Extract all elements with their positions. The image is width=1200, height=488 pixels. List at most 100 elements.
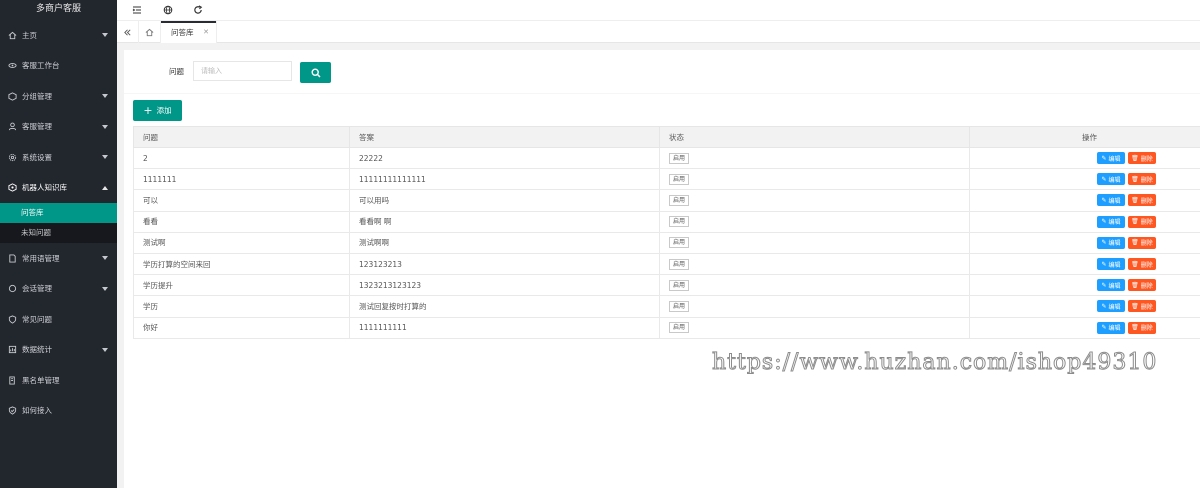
sidebar-item-label: 系统设置 xyxy=(22,152,52,162)
delete-button-label: 删除 xyxy=(1140,219,1153,227)
edit-button[interactable]: ✎ 编辑 xyxy=(1097,236,1125,249)
edit-button-label: 编辑 xyxy=(1108,282,1121,290)
status-badge[interactable]: 启用 xyxy=(669,194,690,206)
tab-strip: 问答库 ✕ xyxy=(117,21,1200,43)
delete-button-label: 删除 xyxy=(1140,155,1153,163)
actions-cell: ✎ 编辑 🗑 删除 xyxy=(969,252,1200,276)
status-badge[interactable]: 启用 xyxy=(669,152,690,164)
status-cell: 启用 xyxy=(659,274,970,297)
delete-button[interactable]: 🗑 删除 xyxy=(1128,321,1156,334)
trash-icon: 🗑 xyxy=(1131,260,1139,268)
sidebar-item-label: 数据统计 xyxy=(22,345,52,355)
question-cell: 可以 xyxy=(133,189,350,212)
delete-button[interactable]: 🗑 删除 xyxy=(1128,215,1156,228)
edit-button-label: 编辑 xyxy=(1108,219,1121,227)
status-badge[interactable]: 启用 xyxy=(669,173,690,185)
caret-down-icon xyxy=(102,256,108,261)
status-badge[interactable]: 启用 xyxy=(669,322,690,334)
status-cell: 启用 xyxy=(659,252,970,276)
column-header-question[interactable]: 问题 xyxy=(133,126,350,148)
table-row: 你好 1111111111 启用 ✎ 编辑 🗑 删除 xyxy=(133,316,1200,339)
trash-icon: 🗑 xyxy=(1131,175,1139,183)
edit-button[interactable]: ✎ 编辑 xyxy=(1097,173,1125,186)
column-header-answer[interactable]: 答案 xyxy=(349,126,660,148)
sidebar-item-settings[interactable]: 系统设置 xyxy=(0,142,117,173)
table-body: 2 22222 启用 ✎ 编辑 🗑 删除 1111111 11111111111111 启用 ✎ 编辑… xyxy=(133,146,1200,339)
gear-icon xyxy=(7,152,17,162)
table-header-row: 问题 答案 状态 操作 xyxy=(133,126,1200,148)
status-badge[interactable]: 启用 xyxy=(669,300,690,312)
caret-down-icon xyxy=(102,286,108,291)
edit-button[interactable]: ✎ 编辑 xyxy=(1097,215,1125,228)
delete-button[interactable]: 🗑 删除 xyxy=(1128,258,1156,271)
sidebar-item-groups[interactable]: 分组管理 xyxy=(0,81,117,112)
answer-cell: 22222 xyxy=(349,146,660,170)
delete-button[interactable]: 🗑 删除 xyxy=(1128,194,1156,207)
sidebar-item-label: 常见问题 xyxy=(22,314,52,324)
qa-table: 问题 答案 状态 操作 2 22222 启用 ✎ 编辑 🗑 删除 1111111 1111111… xyxy=(133,126,1200,339)
search-button[interactable] xyxy=(300,62,331,83)
status-badge[interactable]: 启用 xyxy=(669,279,690,291)
sidebar-subitem-qa-library[interactable]: 问答库 xyxy=(0,203,117,223)
question-cell: 学历 xyxy=(133,295,350,318)
sidebar-submenu: 问答库 未知问题 xyxy=(0,203,117,243)
delete-button-label: 删除 xyxy=(1140,176,1153,184)
globe-icon[interactable] xyxy=(161,3,175,17)
table-row: 看看 看看啊 啊启用 ✎ 编辑 🗑 删除 xyxy=(133,210,1200,233)
table-row: 学历打算的空间来回 123123213 启用 ✎ 编辑 🗑 删除 xyxy=(133,252,1200,276)
status-badge[interactable]: 启用 xyxy=(669,237,690,249)
sidebar-item-workbench[interactable]: 客服工作台 xyxy=(0,51,117,82)
pencil-icon: ✎ xyxy=(1101,239,1107,247)
sidebar-item-faq[interactable]: 常见问题 xyxy=(0,304,117,335)
status-cell: 启用 xyxy=(659,295,970,318)
menu-toggle-icon[interactable] xyxy=(130,3,144,17)
delete-button-label: 删除 xyxy=(1140,240,1153,248)
add-button[interactable]: + 添加 xyxy=(133,100,182,121)
status-badge[interactable]: 启用 xyxy=(669,216,690,228)
edit-button[interactable]: ✎ 编辑 xyxy=(1097,300,1125,313)
refresh-icon[interactable] xyxy=(191,3,205,17)
edit-button[interactable]: ✎ 编辑 xyxy=(1097,194,1125,207)
status-cell: 启用 xyxy=(659,210,970,233)
pencil-icon: ✎ xyxy=(1101,218,1107,226)
delete-button[interactable]: 🗑 删除 xyxy=(1128,236,1156,249)
pencil-icon: ✎ xyxy=(1101,260,1107,268)
add-button-label: 添加 xyxy=(156,106,172,115)
delete-button[interactable]: 🗑 删除 xyxy=(1128,279,1156,292)
sidebar-item-agents[interactable]: 客服管理 xyxy=(0,112,117,143)
delete-button-label: 删除 xyxy=(1140,325,1153,333)
edit-button[interactable]: ✎ 编辑 xyxy=(1097,258,1125,271)
sidebar-item-sessions[interactable]: 会话管理 xyxy=(0,274,117,305)
sidebar-item-blacklist[interactable]: 黑名单管理 xyxy=(0,365,117,396)
status-cell: 启用 xyxy=(659,231,970,254)
sidebar-item-phrases[interactable]: 常用语管理 xyxy=(0,243,117,274)
tab-qa-library[interactable]: 问答库 ✕ xyxy=(161,21,217,43)
tab-label: 问答库 xyxy=(171,27,194,37)
delete-button-label: 删除 xyxy=(1140,303,1153,311)
caret-up-icon xyxy=(102,185,108,190)
delete-button[interactable]: 🗑 删除 xyxy=(1128,173,1156,186)
sidebar-item-integration[interactable]: 如何接入 xyxy=(0,396,117,427)
column-header-status[interactable]: 状态 xyxy=(659,126,970,148)
sidebar-item-home[interactable]: 主页 xyxy=(0,20,117,51)
delete-button[interactable]: 🗑 删除 xyxy=(1128,300,1156,313)
status-badge[interactable]: 启用 xyxy=(669,258,690,270)
edit-button-label: 编辑 xyxy=(1108,261,1121,269)
answer-cell: 11111111111111 xyxy=(349,168,660,191)
edit-button[interactable]: ✎ 编辑 xyxy=(1097,152,1125,165)
tab-scroll-left-icon[interactable] xyxy=(117,21,139,43)
close-icon[interactable]: ✕ xyxy=(203,28,209,36)
sidebar-subitem-unknown-questions[interactable]: 未知问题 xyxy=(0,223,117,243)
link-icon xyxy=(7,406,17,416)
delete-button[interactable]: 🗑 删除 xyxy=(1128,152,1156,165)
edit-button-label: 编辑 xyxy=(1108,240,1121,248)
tab-home-icon[interactable] xyxy=(139,21,161,43)
sidebar-item-label: 客服管理 xyxy=(22,122,52,132)
trash-icon: 🗑 xyxy=(1131,196,1139,204)
sidebar-item-statistics[interactable]: 数据统计 xyxy=(0,335,117,366)
sidebar-item-robot-knowledge[interactable]: 机器人知识库 xyxy=(0,173,117,204)
search-input[interactable] xyxy=(193,61,292,81)
table-row: 测试啊 测试啊啊 启用 ✎ 编辑 🗑 删除 xyxy=(133,231,1200,254)
edit-button[interactable]: ✎ 编辑 xyxy=(1097,321,1125,334)
edit-button[interactable]: ✎ 编辑 xyxy=(1097,279,1125,292)
